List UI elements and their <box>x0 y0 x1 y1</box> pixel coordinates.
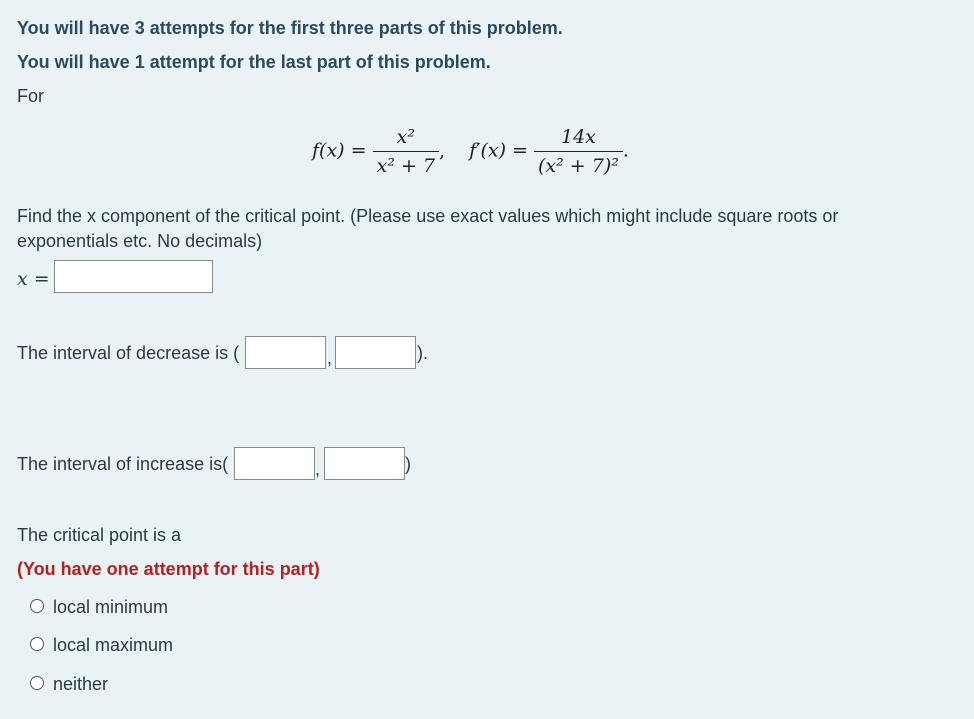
critical-point-prompt: Find the x component of the critical poi… <box>17 206 839 251</box>
radio-option-local-minimum[interactable]: local minimum <box>30 597 230 619</box>
radio-option-neither[interactable]: neither <box>30 674 230 696</box>
for-label: For <box>17 86 44 106</box>
decrease-right-input[interactable] <box>335 336 416 369</box>
fprime-denominator: (x² + 7)² <box>534 151 623 177</box>
decrease-separator: , <box>327 348 333 368</box>
option-label: local minimum <box>53 597 169 617</box>
decrease-close: ). <box>417 343 428 363</box>
critical-type-prompt: The critical point is a <box>17 525 182 545</box>
fprime-numerator: 14x <box>561 126 596 148</box>
radio-button[interactable] <box>30 637 44 651</box>
increase-left-input[interactable] <box>234 447 315 480</box>
attempts-note-2: You will have 1 attempt for the last par… <box>17 52 491 72</box>
option-label: neither <box>53 674 109 694</box>
f-lhs: f(x) = <box>312 139 367 162</box>
increase-separator: , <box>315 459 321 479</box>
f-fraction: x² x² + 7 <box>372 126 440 177</box>
fprime-fraction: 14x (x² + 7)² <box>534 126 623 177</box>
increase-close: ) <box>405 454 411 474</box>
f-denominator: x² + 7 <box>372 151 440 177</box>
decrease-label: The interval of decrease is ( <box>17 343 240 363</box>
increase-label: The interval of increase is( <box>17 454 229 474</box>
x-variable-label: x = <box>17 268 50 290</box>
attempts-note-1: You will have 3 attempts for the first t… <box>17 18 563 38</box>
one-attempt-note: (You have one attempt for this part) <box>17 559 320 579</box>
decrease-left-input[interactable] <box>245 336 326 369</box>
increase-right-input[interactable] <box>324 447 405 480</box>
f-numerator: x² <box>396 126 415 148</box>
fprime-lhs: f′(x) = <box>469 139 528 162</box>
option-label: local maximum <box>53 635 174 655</box>
critical-x-input[interactable] <box>54 260 213 293</box>
radio-button[interactable] <box>30 599 44 613</box>
formula: f(x) = x² x² + 7 , f′(x) = 14x (x² + 7)²… <box>312 126 629 177</box>
radio-button[interactable] <box>30 676 44 690</box>
radio-option-local-maximum[interactable]: local maximum <box>30 635 230 657</box>
